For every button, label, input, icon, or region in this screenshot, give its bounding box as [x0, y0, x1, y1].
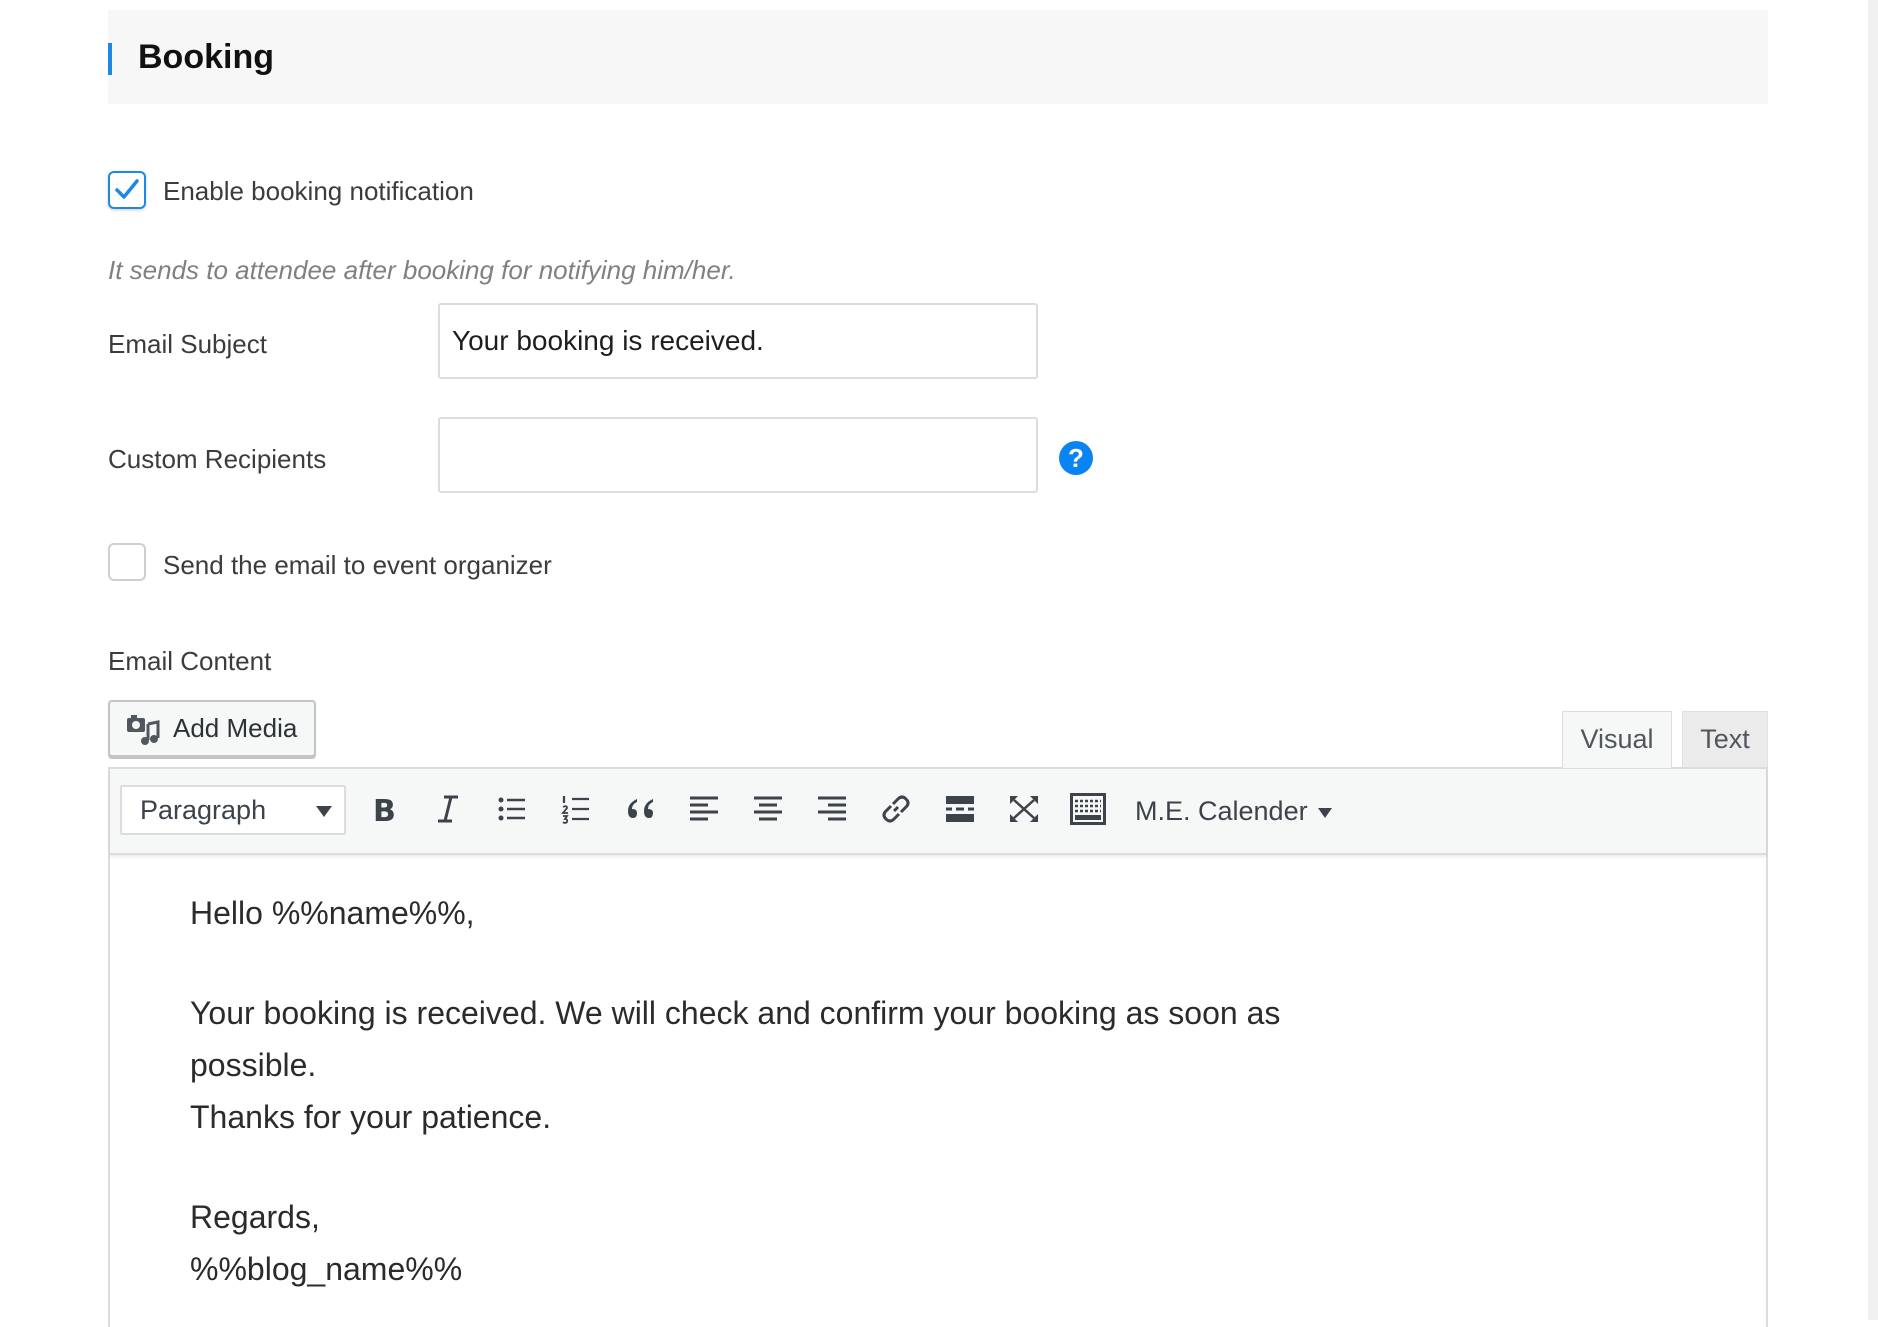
- format-select[interactable]: Paragraph: [120, 785, 346, 835]
- fullscreen-icon: [1010, 796, 1038, 822]
- fullscreen-button[interactable]: [1004, 789, 1044, 829]
- bullet-list-icon: [498, 797, 525, 821]
- editor-toolbar: Paragraph B M.E. Calender: [110, 769, 1766, 855]
- email-subject-input[interactable]: [438, 303, 1038, 379]
- send-to-organizer-checkbox[interactable]: [108, 543, 146, 581]
- add-media-label: Add Media: [173, 713, 298, 743]
- content-sign-off: Regards,: [190, 1199, 320, 1235]
- bold-button[interactable]: B: [364, 789, 404, 829]
- mec-calendar-menu[interactable]: M.E. Calender: [1135, 769, 1332, 853]
- tab-visual[interactable]: Visual: [1562, 711, 1672, 768]
- notification-description: It sends to attendee after booking for n…: [108, 255, 736, 285]
- content-line: Thanks for your patience.: [190, 1099, 552, 1135]
- svg-text:B: B: [373, 794, 396, 824]
- read-more-button[interactable]: [940, 789, 980, 829]
- align-right-icon: [818, 796, 846, 821]
- format-select-value: Paragraph: [140, 795, 267, 825]
- align-left-icon: [690, 796, 718, 821]
- read-more-icon: [946, 796, 974, 822]
- align-center-button[interactable]: [748, 789, 788, 829]
- italic-button[interactable]: [428, 789, 468, 829]
- blockquote-button[interactable]: [620, 789, 660, 829]
- send-to-organizer-label[interactable]: Send the email to event organizer: [163, 550, 552, 581]
- numbered-list-button[interactable]: [556, 789, 596, 829]
- align-left-button[interactable]: [684, 789, 724, 829]
- link-icon: [882, 795, 910, 823]
- content-line: Your booking is received. We will check …: [190, 995, 1281, 1031]
- page-edge: [1868, 0, 1878, 1320]
- enable-notification-checkbox[interactable]: [108, 171, 146, 209]
- email-subject-label: Email Subject: [108, 329, 267, 359]
- blockquote-icon: [628, 799, 653, 818]
- email-content-label: Email Content: [108, 646, 272, 676]
- chevron-down-icon: [316, 806, 332, 817]
- tab-text[interactable]: Text: [1682, 711, 1768, 768]
- numbered-list-icon: [561, 796, 589, 824]
- media-icon: [127, 715, 160, 745]
- toolbar-toggle-icon: [1070, 793, 1106, 825]
- header-accent-bar: [108, 43, 112, 75]
- bold-icon: B: [373, 794, 396, 824]
- bullet-list-button[interactable]: [492, 789, 532, 829]
- content-line: possible.: [190, 1047, 317, 1083]
- caret-down-icon: [1317, 807, 1332, 818]
- checkmark-icon: [115, 179, 139, 199]
- custom-recipients-label: Custom Recipients: [108, 444, 327, 474]
- content-greeting: Hello %%name%%,: [190, 895, 475, 931]
- align-right-button[interactable]: [812, 789, 852, 829]
- mec-calendar-menu-label: M.E. Calender: [1135, 796, 1308, 826]
- section-title: Booking: [138, 38, 274, 76]
- add-media-button[interactable]: Add Media: [108, 700, 316, 757]
- toolbar-toggle-button[interactable]: [1068, 789, 1108, 829]
- question-circle-icon[interactable]: ?: [1059, 441, 1093, 475]
- enable-notification-label[interactable]: Enable booking notification: [163, 176, 474, 207]
- align-center-icon: [754, 796, 782, 821]
- custom-recipients-input[interactable]: [438, 417, 1038, 493]
- link-button[interactable]: [876, 789, 916, 829]
- email-content-editor[interactable]: Paragraph B M.E. Calender Hello %%name%%…: [108, 767, 1768, 1327]
- italic-icon: [438, 795, 458, 823]
- editor-content[interactable]: Hello %%name%%, Your booking is received…: [190, 887, 1390, 1295]
- section-header: Booking: [108, 10, 1768, 104]
- content-signature: %%blog_name%%: [190, 1251, 463, 1287]
